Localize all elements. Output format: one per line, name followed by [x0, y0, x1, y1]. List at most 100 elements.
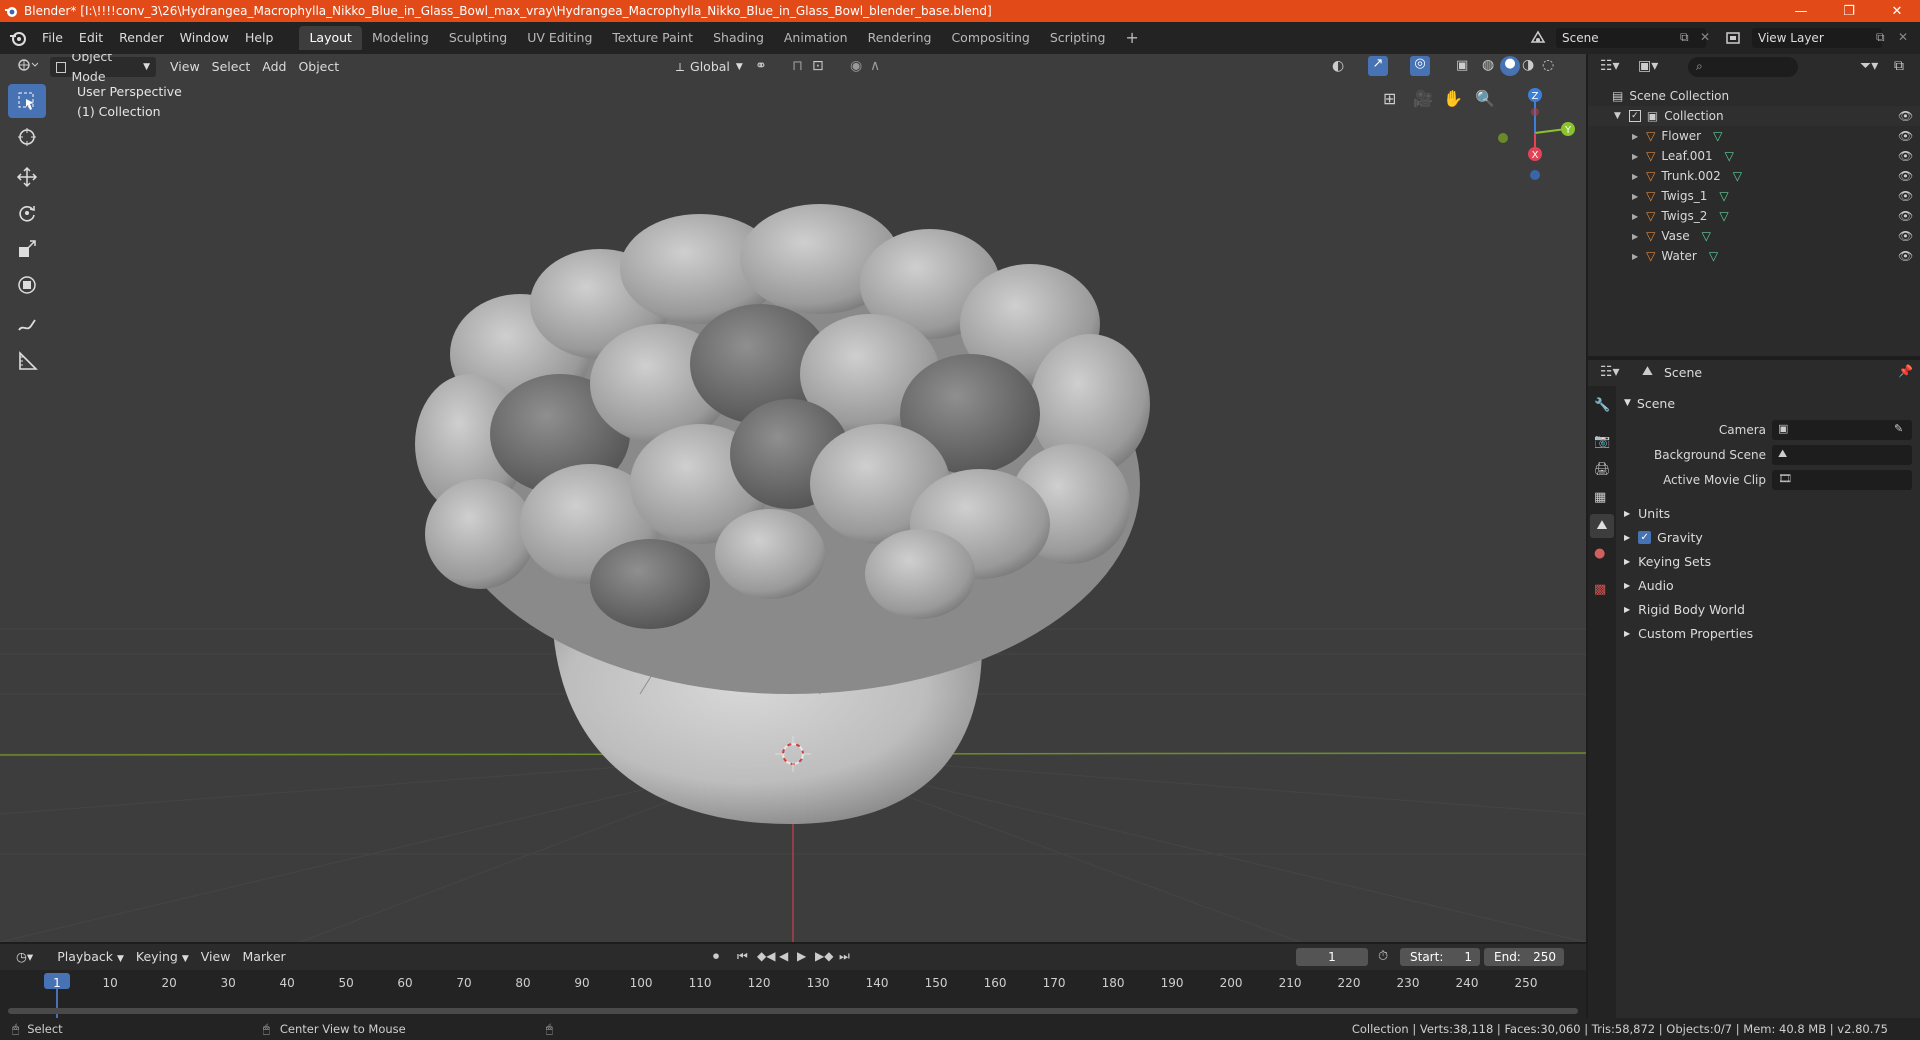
scale-tool[interactable] [8, 232, 46, 266]
visibility-eye-icon[interactable]: 👁 [1898, 129, 1913, 143]
current-frame-field[interactable]: 1 [1296, 948, 1368, 966]
gizmo-toggle-icon[interactable]: ↗ [1368, 56, 1388, 76]
falloff-icon[interactable]: ∧ [870, 58, 880, 74]
play-reverse-button[interactable]: ◀ [779, 949, 788, 963]
outliner-row-object[interactable]: ▶ ▽ Water ▽ 👁 [1588, 246, 1920, 266]
menu-file[interactable]: File [34, 26, 71, 50]
add-workspace-button[interactable]: + [1115, 26, 1148, 50]
expand-arrow-icon[interactable]: ▶ [1632, 212, 1638, 221]
outliner-row-object[interactable]: ▶ ▽ Twigs_1 ▽ 👁 [1588, 186, 1920, 206]
tab-layout[interactable]: Layout [299, 26, 362, 50]
outliner-row-object[interactable]: ▶ ▽ Leaf.001 ▽ 👁 [1588, 146, 1920, 166]
outliner-row-object[interactable]: ▶ ▽ Flower ▽ 👁 [1588, 126, 1920, 146]
properties-section-header[interactable]: ▶ Rigid Body World [1624, 598, 1914, 620]
menu-window[interactable]: Window [172, 26, 237, 50]
tab-uv-editing[interactable]: UV Editing [517, 26, 602, 50]
pin-icon[interactable]: 📌 [1898, 364, 1913, 378]
active-movie-clip-field[interactable]: 🎞 [1772, 470, 1912, 490]
play-button[interactable]: ▶ [797, 949, 806, 963]
menu-edit[interactable]: Edit [71, 26, 111, 50]
xray-toggle-icon[interactable]: ▣ [1456, 58, 1468, 73]
expand-arrow-icon[interactable]: ▶ [1632, 192, 1638, 201]
outliner-row-collection[interactable]: ▼ ✓ ▣ Collection 👁 [1588, 106, 1920, 126]
expand-arrow-icon[interactable]: ▶ [1632, 152, 1638, 161]
background-scene-field[interactable]: ⛰ [1772, 445, 1912, 465]
visibility-eye-icon[interactable]: 👁 [1898, 149, 1913, 163]
eyedropper-icon[interactable]: ✎ [1894, 422, 1903, 435]
pivot-point-icon[interactable]: ⚭ [755, 58, 767, 74]
tab-compositing[interactable]: Compositing [941, 26, 1039, 50]
record-button[interactable]: ⏺ [713, 949, 719, 964]
overlay-toggle-icon[interactable]: ◎ [1410, 56, 1430, 76]
new-view-layer-icon[interactable]: ⧉ [1876, 30, 1885, 45]
end-frame-field[interactable]: End: 250 [1484, 948, 1564, 966]
tool-tab-icon[interactable]: 🔧 [1594, 398, 1610, 413]
timeline-menu-marker[interactable]: Marker [236, 947, 291, 967]
visibility-eye-icon[interactable]: 👁 [1898, 169, 1913, 183]
menu-help[interactable]: Help [237, 26, 282, 50]
preview-range-icon[interactable]: ⏱ [1378, 949, 1388, 964]
mesh-data-icon[interactable]: ▽ [1702, 229, 1711, 243]
timeline-menu-keying[interactable]: Keying ▼ [130, 947, 195, 967]
minimize-button[interactable]: — [1778, 0, 1824, 22]
restore-button[interactable]: ❐ [1826, 0, 1872, 22]
rotate-tool[interactable] [8, 196, 46, 230]
3d-viewport[interactable]: Object Mode ▼ View Select Add Object ⟂ G… [0, 54, 1586, 942]
transform-tool[interactable] [8, 268, 46, 302]
tab-scripting[interactable]: Scripting [1040, 26, 1116, 50]
tab-sculpting[interactable]: Sculpting [439, 26, 517, 50]
material-shading-icon[interactable]: ◑ [1522, 57, 1534, 73]
scene-panel-header[interactable]: ▼ Scene [1624, 392, 1675, 414]
mesh-data-icon[interactable]: ▽ [1719, 189, 1728, 203]
expand-arrow-icon[interactable]: ▶ [1632, 132, 1638, 141]
outliner-search-input[interactable]: ⌕ [1688, 57, 1798, 77]
menu-render[interactable]: Render [111, 26, 172, 50]
properties-section-header[interactable]: ▶ Units [1624, 502, 1914, 524]
visibility-eye-icon[interactable]: 👁 [1898, 189, 1913, 203]
navigation-gizmo[interactable]: Z Y X [1490, 82, 1580, 192]
new-collection-icon[interactable]: ⧉ [1894, 58, 1904, 74]
viewport-menu-select[interactable]: Select [206, 57, 257, 77]
new-scene-icon[interactable]: ⧉ [1680, 30, 1689, 45]
close-window-button[interactable]: ✕ [1874, 0, 1920, 22]
tab-animation[interactable]: Animation [774, 26, 858, 50]
tab-modeling[interactable]: Modeling [362, 26, 439, 50]
camera-view-icon[interactable]: 🎥 [1413, 89, 1433, 108]
blender-menu-icon[interactable] [8, 28, 28, 48]
outliner-row-object[interactable]: ▶ ▽ Trunk.002 ▽ 👁 [1588, 166, 1920, 186]
scene-tab-icon[interactable]: ⛰ [1590, 514, 1614, 538]
expand-arrow-icon[interactable]: ▶ [1632, 252, 1638, 261]
prev-keyframe-button[interactable]: ◆◀ [757, 949, 775, 963]
mesh-data-icon[interactable]: ▽ [1709, 249, 1718, 263]
editor-type-button[interactable] [10, 57, 44, 77]
visibility-eye-icon[interactable]: 👁 [1898, 249, 1913, 263]
visibility-filter-icon[interactable]: ◐ [1332, 58, 1344, 74]
camera-field[interactable]: ▣ ✎ [1772, 420, 1912, 440]
collapse-arrow-icon[interactable]: ▼ [1614, 111, 1621, 121]
viewport-menu-add[interactable]: Add [256, 57, 292, 77]
transform-orientation-dropdown[interactable]: ⟂ Global ▼ [670, 57, 749, 77]
texture-tab-icon[interactable]: ▩ [1594, 582, 1606, 597]
delete-scene-icon[interactable]: ✕ [1700, 30, 1710, 44]
delete-view-layer-icon[interactable]: ✕ [1898, 30, 1908, 44]
timeline-menu-view[interactable]: View [195, 947, 237, 967]
tab-texture-paint[interactable]: Texture Paint [602, 26, 703, 50]
outliner-row-scene-collection[interactable]: ▤ Scene Collection [1588, 86, 1920, 106]
mesh-data-icon[interactable]: ▽ [1733, 169, 1742, 183]
visibility-eye-icon[interactable]: 👁 [1898, 109, 1913, 123]
outliner-row-object[interactable]: ▶ ▽ Twigs_2 ▽ 👁 [1588, 206, 1920, 226]
timeline-menu-playback[interactable]: Playback ▼ [51, 947, 130, 967]
solid-shading-icon[interactable]: ● [1500, 56, 1520, 76]
timeline-editor-type-icon[interactable]: ◷▾ [10, 947, 39, 967]
cursor-tool[interactable] [8, 120, 46, 154]
properties-section-header[interactable]: ▶ Keying Sets [1624, 550, 1914, 572]
visibility-eye-icon[interactable]: 👁 [1898, 209, 1913, 223]
gravity-checkbox[interactable]: ✓ [1638, 530, 1652, 544]
select-box-tool[interactable] [8, 84, 46, 118]
proportional-edit-icon[interactable]: ◉ [850, 58, 862, 74]
properties-section-header[interactable]: ▶ Custom Properties [1624, 622, 1914, 644]
start-frame-field[interactable]: Start: 1 [1400, 948, 1480, 966]
tab-shading[interactable]: Shading [703, 26, 774, 50]
expand-arrow-icon[interactable]: ▶ [1632, 172, 1638, 181]
measure-tool[interactable] [8, 344, 46, 378]
